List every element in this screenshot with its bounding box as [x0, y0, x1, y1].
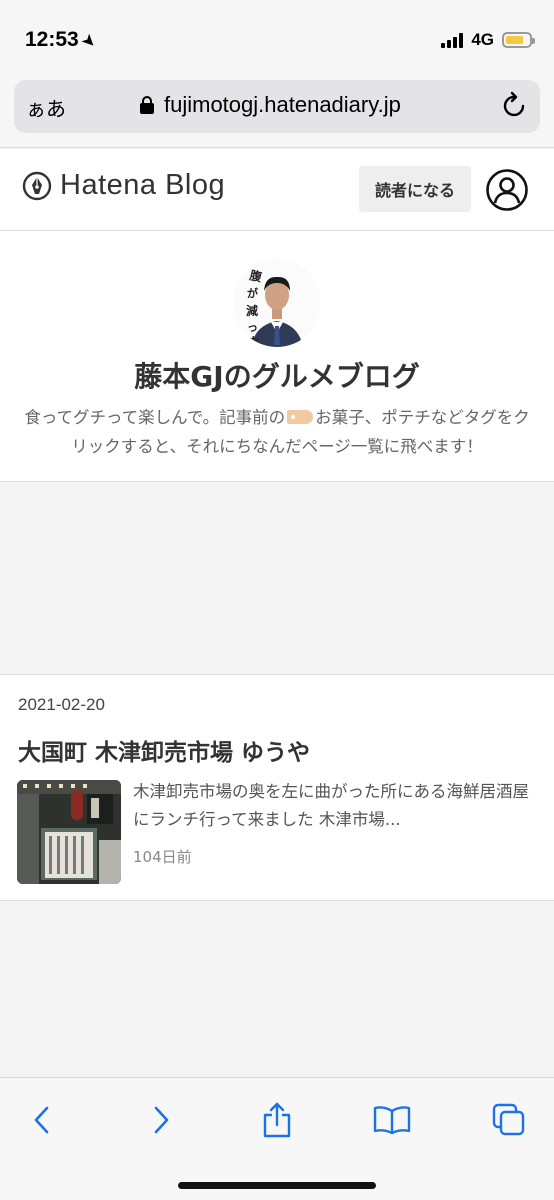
user-account-icon[interactable] — [485, 168, 529, 216]
browser-address-area: ぁあ fujimotogj.hatenadiary.jp — [0, 80, 554, 148]
hatena-pen-icon — [22, 171, 52, 200]
forward-icon[interactable] — [139, 1098, 183, 1142]
status-bar: 12:53➤ 4G — [0, 0, 554, 80]
status-indicators: 4G — [441, 30, 535, 50]
blog-avatar[interactable]: 腹 が 減 っ た — [233, 259, 321, 347]
description-text-1: 食ってグチって楽しんで。記事前の — [24, 408, 286, 427]
share-icon[interactable] — [255, 1098, 299, 1142]
tabs-icon[interactable] — [487, 1098, 531, 1142]
status-time: 12:53➤ — [25, 28, 99, 52]
reload-icon[interactable] — [502, 91, 528, 123]
blog-description: 食ってグチって楽しんで。記事前の お菓子、ポテチなどタグをクリックすると、それにち… — [20, 403, 534, 461]
entry-age: 104日前 — [133, 848, 192, 866]
subscribe-button[interactable]: 読者になる — [359, 166, 471, 212]
blog-title[interactable]: 藤本GJのグルメブログ — [0, 355, 554, 395]
svg-text:減: 減 — [246, 303, 258, 318]
location-arrow-icon: ➤ — [78, 30, 100, 52]
network-label: 4G — [471, 30, 494, 49]
lock-icon — [140, 96, 154, 114]
entry-card[interactable]: 2021-02-20 大国町 木津卸売市場 ゆうや 木津卸売市場の奥を左に曲がっ — [0, 674, 554, 901]
browser-toolbar — [0, 1077, 554, 1200]
clock-text: 12:53 — [25, 28, 79, 51]
signal-icon — [441, 32, 464, 48]
hatena-blog-logo[interactable]: Hatena Blog — [22, 169, 225, 202]
url-text[interactable]: fujimotogj.hatenadiary.jp — [164, 92, 401, 118]
battery-level — [506, 36, 523, 44]
home-indicator[interactable] — [178, 1182, 376, 1189]
entry-title[interactable]: 大国町 木津卸売市場 ゆうや — [18, 733, 310, 767]
address-bar[interactable]: ぁあ fujimotogj.hatenadiary.jp — [14, 80, 540, 133]
bookmarks-icon[interactable] — [370, 1098, 414, 1142]
entry-thumbnail[interactable] — [17, 780, 121, 884]
entry-excerpt: 木津卸売市場の奥を左に曲がった所にある海鮮居酒屋にランチ行って来ました 木津市場… — [133, 782, 529, 829]
back-icon[interactable] — [20, 1098, 64, 1142]
svg-text:が: が — [247, 286, 258, 300]
hatena-logo-text: Hatena Blog — [60, 169, 226, 201]
svg-text:っ: っ — [247, 321, 258, 334]
hatena-header: Hatena Blog 読者になる — [0, 149, 554, 231]
entry-date: 2021-02-20 — [18, 695, 105, 714]
tag-icon — [287, 410, 314, 424]
blog-info: 腹 が 減 っ た 藤本GJのグルメブログ 食ってグチって楽しんで。記事前の お菓… — [0, 231, 554, 482]
svg-text:た: た — [249, 335, 260, 347]
battery-icon — [502, 32, 535, 48]
url-display[interactable]: fujimotogj.hatenadiary.jp — [140, 92, 401, 118]
text-size-button[interactable]: ぁあ — [26, 93, 66, 122]
